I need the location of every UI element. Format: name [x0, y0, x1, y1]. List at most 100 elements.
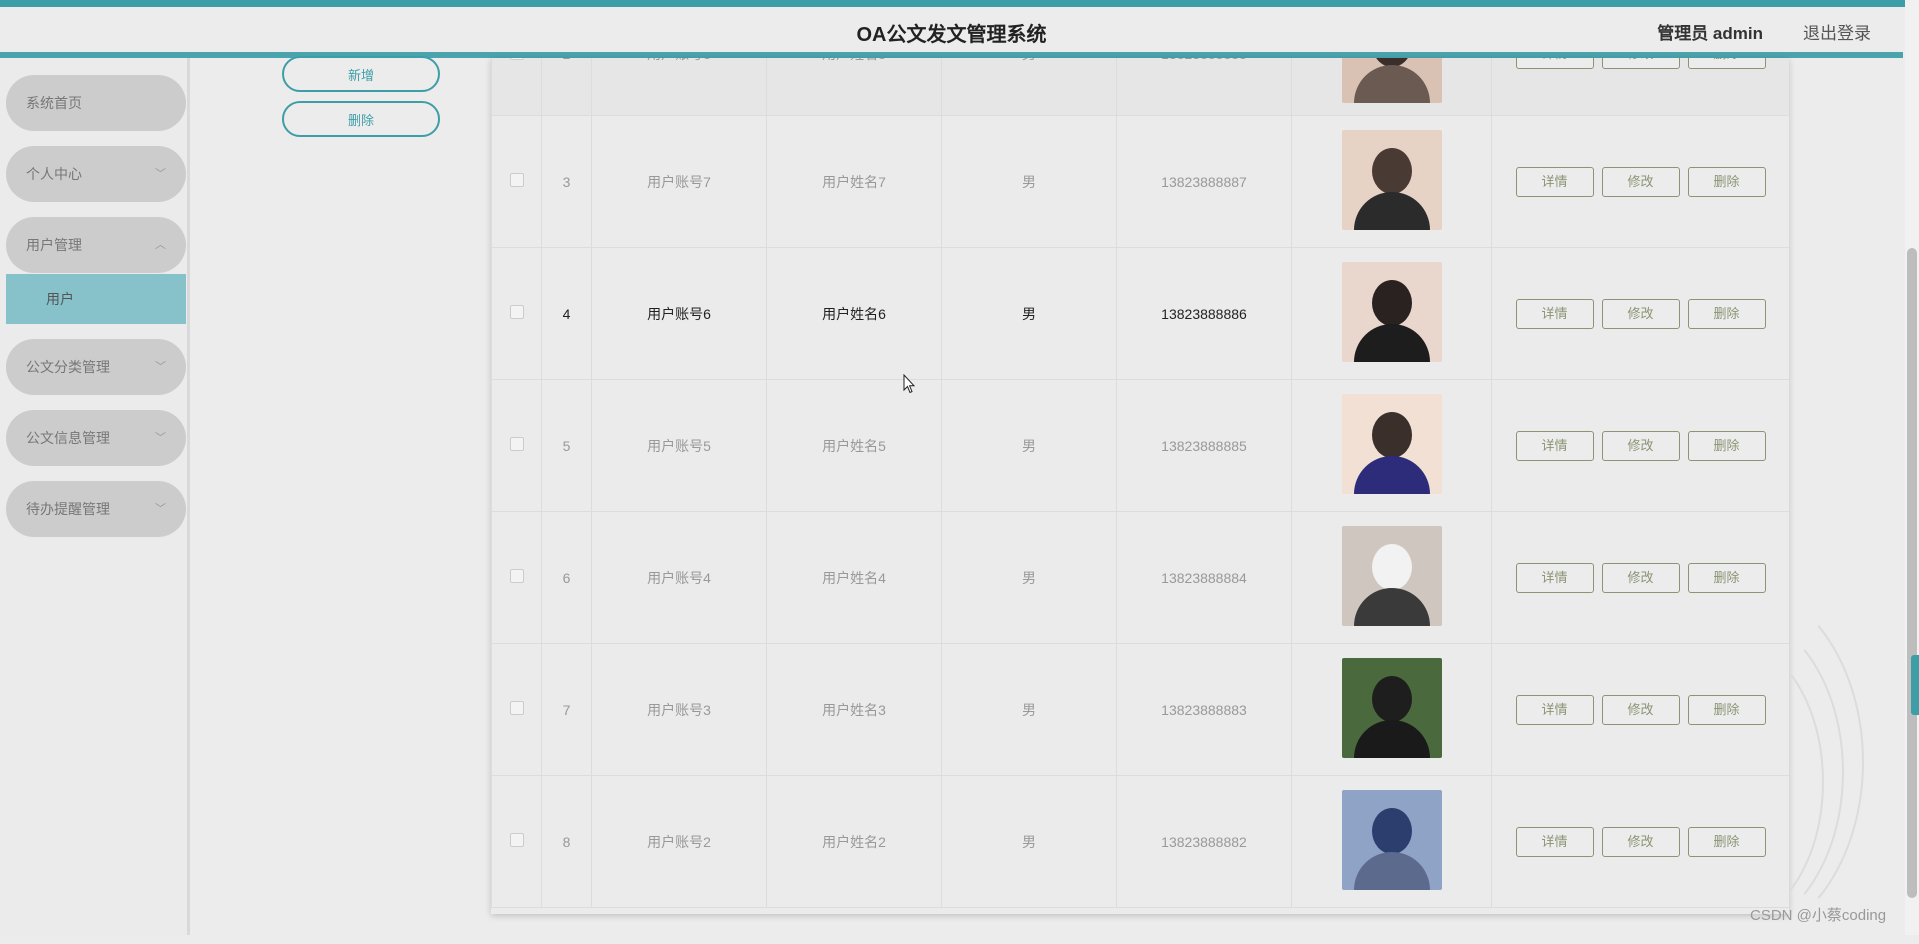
delete-button[interactable]: 删除 — [1687, 430, 1766, 461]
row-avatar-cell — [1291, 775, 1492, 908]
avatar — [1341, 58, 1442, 103]
row-name: 用户姓名5 — [766, 379, 942, 512]
chevron-down-icon: ﹀ — [155, 432, 166, 444]
delete-button[interactable]: 删除 — [1687, 58, 1766, 69]
row-checkbox[interactable] — [509, 569, 524, 583]
chevron-down-icon: ﹀ — [155, 503, 166, 515]
row-checkbox[interactable] — [509, 833, 524, 847]
row-checkbox[interactable] — [509, 58, 524, 60]
delete-button[interactable]: 删除 — [1687, 166, 1766, 197]
row-phone: 13823888882 — [1116, 775, 1292, 908]
row-phone: 13823888885 — [1116, 379, 1292, 512]
row-name: 用户姓名7 — [766, 115, 942, 248]
row-phone: 13823888883 — [1116, 643, 1292, 776]
sidebar-item-user-management[interactable]: 用户管理 ︿ — [6, 217, 186, 273]
row-name: 用户姓名3 — [766, 643, 942, 776]
avatar — [1341, 130, 1442, 230]
edit-button[interactable]: 修改 — [1601, 430, 1680, 461]
sidebar-item-label: 个人中心 — [26, 166, 82, 182]
sidebar-item-home[interactable]: 系统首页 — [6, 75, 186, 131]
detail-button[interactable]: 详情 — [1515, 430, 1594, 461]
row-index: 6 — [541, 511, 592, 644]
sidebar-item-label: 用户管理 — [26, 237, 82, 253]
sidebar-item-doc-category[interactable]: 公文分类管理 ﹀ — [6, 339, 186, 395]
user-table: 2用户账号8用户姓名8男13823888888详情修改删除3用户账号7用户姓名7… — [491, 58, 1789, 914]
sidebar-subitem-label: 用户 — [46, 291, 74, 307]
row-checkbox[interactable] — [509, 701, 524, 715]
admin-label: 管理员 admin — [1657, 24, 1763, 43]
row-checkbox[interactable] — [509, 305, 524, 319]
sidebar: 系统首页 个人中心 ﹀ 用户管理 ︿ 用户 公文分类管理 ﹀ 公文信息管理 ﹀ … — [0, 58, 190, 935]
user-table-body: 2用户账号8用户姓名8男13823888888详情修改删除3用户账号7用户姓名7… — [491, 58, 1789, 908]
row-actions: 详情修改删除 — [1491, 115, 1789, 248]
table-row: 6 用户账号4 用户姓名4 男 13823888884 详情 修改 删除 — [491, 511, 1789, 644]
sidebar-item-doc-info[interactable]: 公文信息管理 ﹀ — [6, 410, 186, 466]
row-avatar-cell — [1291, 58, 1492, 116]
row-checkbox-cell — [491, 511, 542, 644]
detail-button[interactable]: 详情 — [1515, 58, 1594, 69]
sidebar-item-label: 公文信息管理 — [26, 430, 110, 446]
watermark: CSDN @小蔡coding — [1750, 907, 1887, 924]
sidebar-item-label: 待办提醒管理 — [26, 501, 110, 517]
row-checkbox[interactable] — [509, 173, 524, 187]
table-row: 2用户账号8用户姓名8男13823888888 详情修改删除 — [491, 58, 1789, 116]
detail-button[interactable]: 详情 — [1515, 166, 1594, 197]
row-phone: 13823888888 — [1116, 58, 1292, 116]
delete-button[interactable]: 删除 — [1687, 298, 1766, 329]
row-name: 用户姓名8 — [766, 58, 942, 116]
avatar — [1341, 262, 1442, 362]
app-title: OA公文发文管理系统 — [856, 24, 1047, 46]
row-checkbox[interactable] — [509, 437, 524, 451]
row-account: 用户账号7 — [591, 115, 767, 248]
detail-button[interactable]: 详情 — [1515, 826, 1594, 857]
avatar — [1341, 790, 1442, 890]
top-accent-strip — [0, 0, 1919, 7]
row-checkbox-cell — [491, 775, 542, 908]
batch-delete-button[interactable]: 删除 — [282, 101, 440, 137]
row-actions: 详情修改删除 — [1491, 58, 1789, 116]
side-handle-tab[interactable] — [1911, 655, 1919, 715]
table-row: 5 用户账号5 用户姓名5 男 13823888885 详情 修改 删除 — [491, 379, 1789, 512]
detail-button[interactable]: 详情 — [1515, 562, 1594, 593]
row-phone: 13823888884 — [1116, 511, 1292, 644]
decorative-arc — [1600, 580, 1864, 944]
row-gender: 男 — [941, 247, 1117, 380]
row-avatar-cell — [1291, 511, 1492, 644]
row-index: 2 — [541, 58, 592, 116]
edit-button[interactable]: 修改 — [1601, 562, 1680, 593]
row-gender: 男 — [941, 379, 1117, 512]
avatar — [1341, 526, 1442, 626]
scrollbar-thumb[interactable] — [1907, 248, 1917, 898]
row-name: 用户姓名2 — [766, 775, 942, 908]
row-checkbox-cell — [491, 379, 542, 512]
row-avatar-cell — [1291, 643, 1492, 776]
edit-button[interactable]: 修改 — [1601, 166, 1680, 197]
row-gender: 男 — [941, 775, 1117, 908]
row-checkbox-cell — [491, 247, 542, 380]
table-row: 8 用户账号2 用户姓名2 男 13823888882 详情 修改 删除 — [491, 775, 1789, 908]
edit-button[interactable]: 修改 — [1601, 298, 1680, 329]
table-row: 7 用户账号3 用户姓名3 男 13823888883 详情 修改 删除 — [491, 643, 1789, 776]
row-actions: 详情修改删除 — [1491, 379, 1789, 512]
chevron-up-icon: ︿ — [155, 239, 166, 251]
row-name: 用户姓名6 — [766, 247, 942, 380]
detail-button[interactable]: 详情 — [1515, 298, 1594, 329]
edit-button[interactable]: 修改 — [1601, 58, 1680, 69]
add-button[interactable]: 新增 — [282, 56, 440, 92]
sidebar-item-label: 系统首页 — [26, 95, 82, 111]
row-account: 用户账号6 — [591, 247, 767, 380]
logout-link[interactable]: 退出登录 — [1803, 19, 1871, 44]
detail-button[interactable]: 详情 — [1515, 694, 1594, 725]
row-avatar-cell — [1291, 247, 1492, 380]
row-name: 用户姓名4 — [766, 511, 942, 644]
table-row: 3 用户账号7 用户姓名7 男 13823888887 详情 修改 删除 — [491, 115, 1789, 248]
header: OA公文发文管理系统 管理员 admin 退出登录 — [0, 7, 1903, 52]
row-account: 用户账号5 — [591, 379, 767, 512]
row-checkbox-cell — [491, 115, 542, 248]
sidebar-subitem-user[interactable]: 用户 — [6, 274, 186, 324]
sidebar-item-todo-reminder[interactable]: 待办提醒管理 ﹀ — [6, 481, 186, 537]
row-gender: 男 — [941, 115, 1117, 248]
sidebar-item-personal-center[interactable]: 个人中心 ﹀ — [6, 146, 186, 202]
row-account: 用户账号2 — [591, 775, 767, 908]
row-gender: 男 — [941, 58, 1117, 116]
